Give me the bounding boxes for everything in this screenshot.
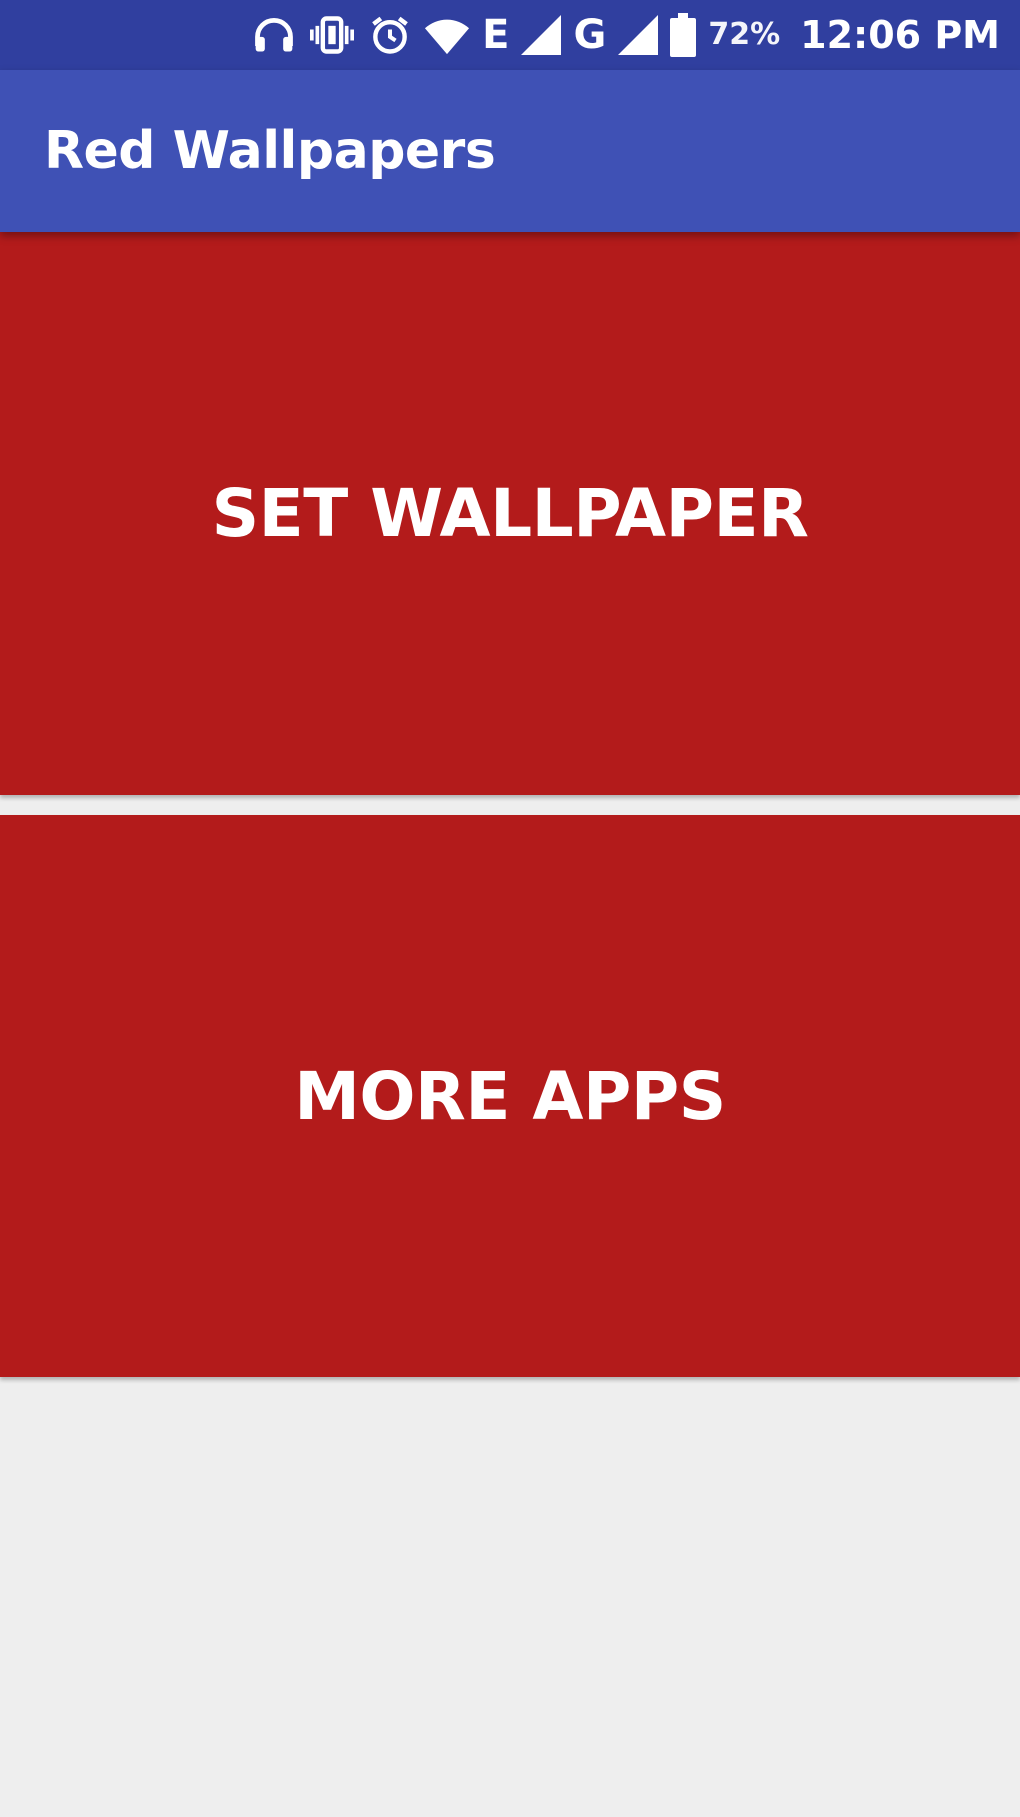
status-icons: E G 72% 12:06 PM xyxy=(252,0,1000,70)
headphones-icon xyxy=(252,11,296,59)
wifi-icon xyxy=(424,11,470,59)
battery-percent: 72% xyxy=(708,17,781,52)
set-wallpaper-button[interactable]: SET WALLPAPER xyxy=(0,232,1020,795)
status-bar: E G 72% 12:06 PM xyxy=(0,0,1020,70)
more-apps-button[interactable]: MORE APPS xyxy=(0,815,1020,1377)
app-screen: E G 72% 12:06 PM Red Wallpapers SET WALL… xyxy=(0,0,1020,1817)
status-clock: 12:06 PM xyxy=(800,13,1000,57)
app-bar: Red Wallpapers xyxy=(0,70,1020,232)
alarm-icon xyxy=(368,11,412,59)
app-title: Red Wallpapers xyxy=(44,121,496,181)
signal-icon xyxy=(521,11,562,59)
network-type-e: E xyxy=(482,12,510,58)
signal-icon xyxy=(618,11,659,59)
vibrate-icon xyxy=(308,11,356,59)
battery-icon xyxy=(670,11,697,59)
network-type-g: G xyxy=(573,12,607,58)
